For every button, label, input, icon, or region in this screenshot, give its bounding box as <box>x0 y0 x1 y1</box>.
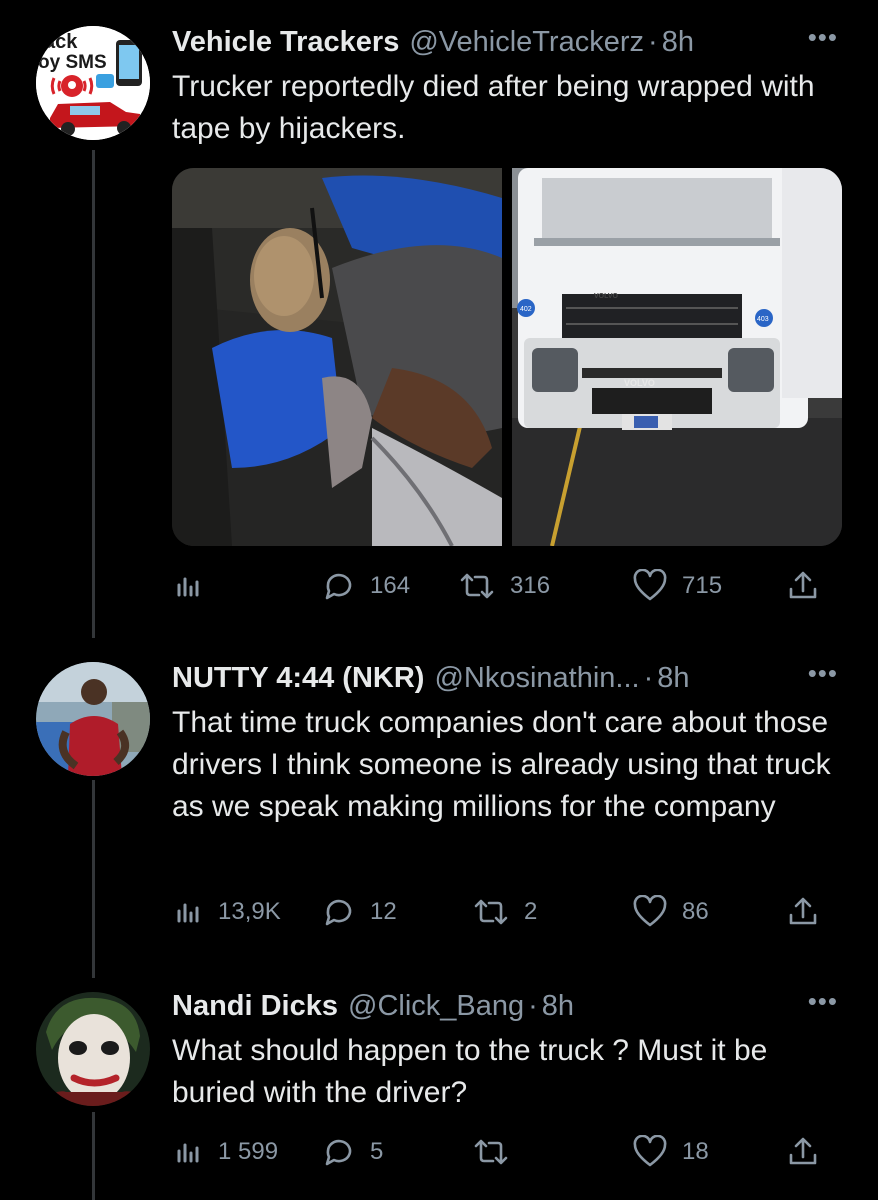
retweet-arrows-icon <box>474 899 508 925</box>
bar-chart-icon <box>177 577 199 597</box>
separator-dot: · <box>528 990 538 1022</box>
more-dots-icon[interactable]: ••• <box>808 986 838 1017</box>
svg-text:VOLVO: VOLVO <box>594 293 619 300</box>
tweet-actions: 164 316 715 <box>172 566 822 606</box>
tweet-text: That time truck companies don't care abo… <box>172 706 831 823</box>
display-name[interactable]: NUTTY 4:44 (NKR) <box>172 658 424 698</box>
tracker-logo: ack oy SMS <box>36 26 150 140</box>
share-button[interactable] <box>786 1132 820 1172</box>
more-dots-icon[interactable]: ••• <box>808 22 838 53</box>
retweet-count: 316 <box>510 572 551 599</box>
retweet-count: 2 <box>524 898 538 925</box>
tweet-text: Trucker reportedly died after being wrap… <box>172 70 815 145</box>
retweet-arrows-icon <box>460 573 494 599</box>
avatar-vehicle-trackers[interactable]: ack oy SMS <box>36 26 150 140</box>
more-dots-icon[interactable]: ••• <box>808 658 838 689</box>
tweet-header: Vehicle Trackers @VehicleTrackerz · 8h <box>172 22 838 62</box>
avatar-photo-man <box>36 662 150 776</box>
user-handle[interactable]: @VehicleTrackerz <box>409 22 644 62</box>
separator-dot: · <box>643 662 654 694</box>
user-handle[interactable]: @Nkosinathin... <box>434 658 639 698</box>
avatar-photo-joker <box>36 992 150 1106</box>
bar-chart-icon <box>177 903 199 923</box>
avatar-nutty[interactable] <box>36 662 150 776</box>
heart-icon <box>633 895 667 927</box>
photo-truck[interactable]: VOLVO VOLVO 402 403 <box>512 168 842 546</box>
views-count: 1 599 <box>218 1138 279 1165</box>
avatar-nandi-dicks[interactable] <box>36 992 150 1106</box>
reply-button[interactable]: 5 <box>322 1132 383 1172</box>
like-button[interactable]: 18 <box>632 1132 709 1172</box>
retweet-button[interactable]: 316 <box>458 566 550 606</box>
reply-count: 5 <box>370 1138 384 1165</box>
tweet-nandi-dicks[interactable]: Nandi Dicks @Click_Bang · 8h ••• What sh… <box>0 976 878 1200</box>
views-count: 13,9K <box>218 898 281 925</box>
like-count: 715 <box>682 572 723 599</box>
svg-text:402: 402 <box>520 306 532 313</box>
photo-victim[interactable] <box>172 168 502 546</box>
tweet-actions: 13,9K 12 2 86 <box>172 892 822 932</box>
share-upload-icon <box>789 571 817 599</box>
share-upload-icon <box>789 897 817 925</box>
svg-text:ack: ack <box>44 31 78 53</box>
timestamp[interactable]: 8h <box>662 22 694 62</box>
speech-bubble-icon <box>325 573 352 600</box>
speech-bubble-icon <box>325 899 352 926</box>
tweet-header: Nandi Dicks @Click_Bang · 8h <box>172 986 838 1026</box>
retweet-button[interactable]: 2 <box>472 892 537 932</box>
tweet-nutty[interactable]: NUTTY 4:44 (NKR) @Nkosinathin... · 8h ••… <box>0 640 878 976</box>
display-name[interactable]: Vehicle Trackers <box>172 22 399 62</box>
tweet-actions: 1 599 5 18 <box>172 1132 822 1172</box>
reply-button[interactable]: 164 <box>322 566 410 606</box>
views-button[interactable] <box>174 566 218 606</box>
like-button[interactable]: 715 <box>632 566 722 606</box>
share-button[interactable] <box>786 892 820 932</box>
truck-photo-illustration: VOLVO VOLVO 402 403 <box>512 168 842 546</box>
retweet-arrows-icon <box>474 1139 508 1165</box>
svg-text:VOLVO: VOLVO <box>624 378 655 388</box>
timestamp[interactable]: 8h <box>542 986 574 1026</box>
svg-text:oy SMS: oy SMS <box>38 52 107 73</box>
user-handle[interactable]: @Click_Bang <box>348 986 524 1026</box>
share-upload-icon <box>789 1137 817 1165</box>
separator-dot: · <box>648 26 658 58</box>
share-button[interactable] <box>786 566 820 606</box>
reply-count: 164 <box>370 572 411 599</box>
reply-button[interactable]: 12 <box>322 892 397 932</box>
views-button[interactable]: 13,9K <box>174 892 281 932</box>
tweet-vehicle-trackers[interactable]: ack oy SMS Vehicle Trackers @VehicleTrac… <box>0 0 878 640</box>
media-gallery[interactable]: VOLVO VOLVO 402 403 <box>172 168 842 546</box>
heart-icon <box>633 1135 667 1167</box>
speech-bubble-icon <box>325 1139 352 1166</box>
victim-photo-illustration <box>172 168 502 546</box>
like-count: 18 <box>682 1138 709 1165</box>
like-button[interactable]: 86 <box>632 892 709 932</box>
bar-chart-icon <box>177 1143 199 1163</box>
tweet-header: NUTTY 4:44 (NKR) @Nkosinathin... · 8h <box>172 658 838 698</box>
tweet-text: What should happen to the truck ? Must i… <box>172 1034 768 1109</box>
timestamp[interactable]: 8h <box>657 658 689 698</box>
like-count: 86 <box>682 898 709 925</box>
views-button[interactable]: 1 599 <box>174 1132 278 1172</box>
svg-text:403: 403 <box>757 316 769 323</box>
heart-icon <box>633 569 667 601</box>
display-name[interactable]: Nandi Dicks <box>172 986 338 1026</box>
retweet-button[interactable] <box>472 1132 524 1172</box>
reply-count: 12 <box>370 898 397 925</box>
